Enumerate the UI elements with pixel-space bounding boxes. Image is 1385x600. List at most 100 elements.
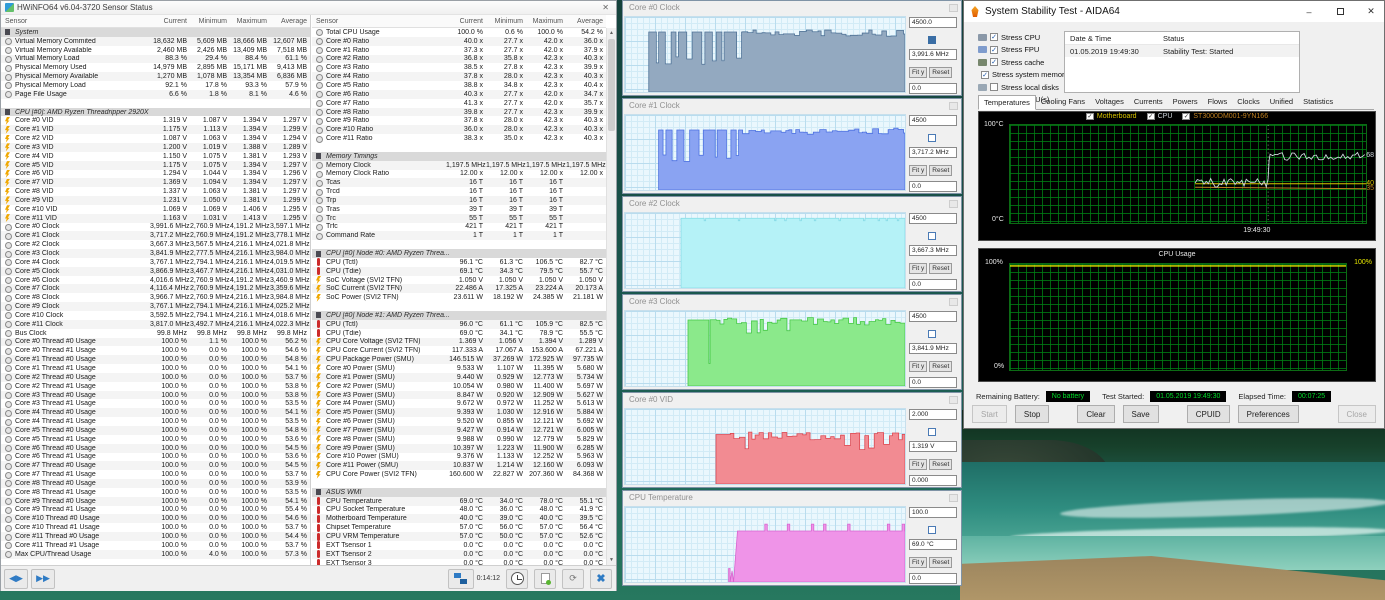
legend-checkbox-checked[interactable]: ✓ [1086,113,1094,120]
tab-cooling-fans[interactable]: Cooling Fans [1036,95,1090,109]
sensor-row[interactable]: CPU (Tctl)96.0 °C61.1 °C105.9 °C82.5 °C [312,320,606,329]
sensor-section-header[interactable]: ASUS WMI [312,488,606,497]
sensor-row[interactable]: Core #6 VID1.294 V1.044 V1.394 V1.296 V [1,170,310,179]
reset-button[interactable]: Reset [929,557,952,568]
reset-button[interactable]: Reset [929,459,952,470]
fit-y-button[interactable]: Fit y [909,361,927,372]
sensor-row[interactable]: Page File Usage6.6 %1.8 %8.1 %4.6 % [1,90,310,99]
sensor-row[interactable]: Core #5 Power (SMU)9.393 W1.030 W12.916 … [312,408,606,417]
sensor-row[interactable]: EXT Tsensor 20.0 °C0.0 °C0.0 °C0.0 °C [312,550,606,559]
sensor-row[interactable]: Core #11 Thread #1 Usage100.0 %0.0 %100.… [1,541,310,550]
graph-min-value[interactable]: 0.0 [909,377,957,388]
sensor-row[interactable]: Core #0 Thread #0 Usage100.0 %1.1 %100.0… [1,338,310,347]
sensor-row[interactable]: SoC Voltage (SVI2 TFN)1.050 V1.050 V1.05… [312,276,606,285]
graph-window-titlebar[interactable]: Core #0 Clock [623,1,961,15]
column-header-maximum[interactable]: Maximum [230,18,270,25]
cpuid-button[interactable]: CPUID [1187,405,1230,423]
sensor-row[interactable]: CPU Temperature69.0 °C34.0 °C78.0 °C55.1… [312,497,606,506]
sensor-row[interactable]: Core #6 Ratio40.3 x27.7 x42.0 x34.7 x [312,90,606,99]
sensor-row[interactable]: Core #0 Thread #1 Usage100.0 %0.0 %100.0… [1,346,310,355]
column-header-current[interactable]: Current [446,18,486,25]
sensor-row[interactable]: Core #10 Power (SMU)9.376 W1.133 W12.252… [312,453,606,462]
fit-y-button[interactable]: Fit y [909,459,927,470]
hwinfo-titlebar[interactable]: HWiNFO64 v6.04-3720 Sensor Status ✕ [1,1,616,15]
stop-button[interactable]: Stop [1015,405,1049,423]
tab-statistics[interactable]: Statistics [1298,95,1338,109]
sensor-row[interactable]: SoC Current (SVI2 TFN)22.486 A17.325 A23… [312,284,606,293]
sensor-row[interactable]: Core #7 Power (SMU)9.427 W0.914 W12.721 … [312,426,606,435]
tab-clocks[interactable]: Clocks [1232,95,1265,109]
sensor-row[interactable]: Core #3 Power (SMU)8.847 W0.920 W12.909 … [312,391,606,400]
graph-max-value[interactable]: 4500 [909,115,957,126]
sensor-row[interactable]: Physical Memory Load92.1 %17.8 %93.3 %57… [1,81,310,90]
sensor-row[interactable]: Core #8 Power (SMU)9.988 W0.990 W12.779 … [312,435,606,444]
sensor-row[interactable]: Core #8 Ratio39.8 x27.7 x42.3 x39.9 x [312,108,606,117]
sensor-row[interactable]: Core #4 Thread #1 Usage100.0 %0.0 %100.0… [1,417,310,426]
sensor-row[interactable]: Physical Memory Used14,979 MB2,895 MB15,… [1,63,310,72]
sensor-row[interactable]: Virtual Memory Load88.3 %29.4 %88.4 %61.… [1,55,310,64]
sensor-row[interactable]: Core #11 Clock3,817.0 MHz3,492.7 MHz4,21… [1,320,310,329]
close-sensors-button[interactable]: ✖ [590,569,612,589]
sensor-row[interactable]: Core #9 Ratio37.8 x28.0 x42.3 x40.3 x [312,116,606,125]
sensor-row[interactable]: Core #2 Thread #0 Usage100.0 %0.0 %100.0… [1,373,310,382]
sensor-row[interactable]: CPU (Tdie)69.0 °C34.1 °C78.9 °C55.5 °C [312,329,606,338]
graph-series-swatch[interactable] [928,134,936,142]
scroll-thumb[interactable] [608,39,615,131]
sensor-row[interactable]: Core #7 Thread #0 Usage100.0 %0.0 %100.0… [1,461,310,470]
column-header-average[interactable]: Average [566,18,606,25]
sensor-row[interactable]: Core #7 VID1.369 V1.094 V1.394 V1.297 V [1,178,310,187]
sensor-row[interactable]: Memory Clock1,197.5 MHz1,197.5 MHz1,197.… [312,161,606,170]
tab-powers[interactable]: Powers [1168,95,1203,109]
sensor-row[interactable]: Total CPU Usage100.0 %0.6 %100.0 %54.2 % [312,28,606,37]
sensor-row[interactable]: Core #10 Thread #0 Usage100.0 %0.0 %100.… [1,514,310,523]
sensor-row[interactable]: Chipset Temperature57.0 °C56.0 °C57.0 °C… [312,523,606,532]
column-header-current[interactable]: Current [150,18,190,25]
sensor-row[interactable]: Physical Memory Available1,270 MB1,078 M… [1,72,310,81]
sensor-row[interactable]: EXT Tsensor 10.0 °C0.0 °C0.0 °C0.0 °C [312,541,606,550]
sensor-row[interactable]: Trc55 T55 T55 T [312,214,606,223]
sensor-row[interactable]: Core #0 Power (SMU)9.533 W1.107 W11.395 … [312,364,606,373]
sensor-row[interactable]: Trfc421 T421 T421 T [312,223,606,232]
column-header-sensor[interactable]: Sensor [312,18,446,25]
sensor-row[interactable]: CPU (Tctl)96.1 °C61.3 °C106.5 °C82.7 °C [312,258,606,267]
tab-currents[interactable]: Currents [1129,95,1168,109]
sensor-row[interactable]: Core #3 Clock3,841.9 MHz2,777.5 MHz4,216… [1,249,310,258]
sensor-section-header[interactable]: CPU [#0] Node #0: AMD Ryzen Threa... [312,249,606,258]
scroll-down-icon[interactable]: ▼ [607,555,616,565]
sensor-row[interactable]: Virtual Memory Available2,460 MB2,426 MB… [1,46,310,55]
sensor-section-header[interactable]: CPU [#0]: AMD Ryzen Threadripper 2920X [1,108,310,117]
graph-series-swatch[interactable] [928,526,936,534]
sensor-row[interactable]: Core #1 Thread #1 Usage100.0 %0.0 %100.0… [1,364,310,373]
sensor-row[interactable]: Core #8 Thread #0 Usage100.0 %0.0 %100.0… [1,479,310,488]
graph-close-button[interactable] [949,4,958,12]
sensor-row[interactable]: Core #10 Clock3,592.5 MHz2,794.1 MHz4,21… [1,311,310,320]
sensor-row[interactable]: Bus Clock99.8 MHz99.8 MHz99.8 MHz99.8 MH… [1,329,310,338]
graph-min-value[interactable]: 0.0 [909,573,957,584]
sensor-row[interactable]: CPU (Tdie)69.1 °C34.3 °C79.5 °C55.7 °C [312,267,606,276]
sensor-row[interactable]: Core #11 VID1.163 V1.031 V1.413 V1.295 V [1,214,310,223]
checkbox-checked[interactable]: ✓ [981,71,989,79]
sensor-row[interactable]: Core #8 Thread #1 Usage100.0 %0.0 %100.0… [1,488,310,497]
graph-close-button[interactable] [949,494,958,502]
prev-next-sensor-button[interactable]: ◀▶ [4,569,28,589]
save-button[interactable]: Save [1123,405,1159,423]
sensor-section-header[interactable]: Memory Timings [312,152,606,161]
graph-close-button[interactable] [949,396,958,404]
graph-max-value[interactable]: 4500 [909,213,957,224]
graph-max-value[interactable]: 100.0 [909,507,957,518]
reset-button[interactable]: Reset [929,165,952,176]
column-header-average[interactable]: Average [270,18,310,25]
sensor-row[interactable]: Core #6 Clock4,016.6 MHz2,760.9 MHz4,191… [1,276,310,285]
log-column-datetime[interactable]: Date & Time [1065,34,1161,43]
sensor-row[interactable]: Core #9 Clock3,767.1 MHz2,794.1 MHz4,216… [1,302,310,311]
sensor-row[interactable]: Core #7 Ratio41.3 x27.7 x42.0 x35.7 x [312,99,606,108]
fit-y-button[interactable]: Fit y [909,165,927,176]
graph-series-swatch[interactable] [928,428,936,436]
sensor-row[interactable]: Core #1 Thread #0 Usage100.0 %0.0 %100.0… [1,355,310,364]
graph-max-value[interactable]: 4500.0 [909,17,957,28]
network-monitoring-button[interactable] [448,569,474,589]
graph-window-titlebar[interactable]: Core #2 Clock [623,197,961,211]
logging-button[interactable] [534,569,556,589]
sensor-row[interactable]: Core #1 Ratio37.3 x27.7 x42.0 x37.9 x [312,46,606,55]
graph-max-value[interactable]: 4500 [909,311,957,322]
